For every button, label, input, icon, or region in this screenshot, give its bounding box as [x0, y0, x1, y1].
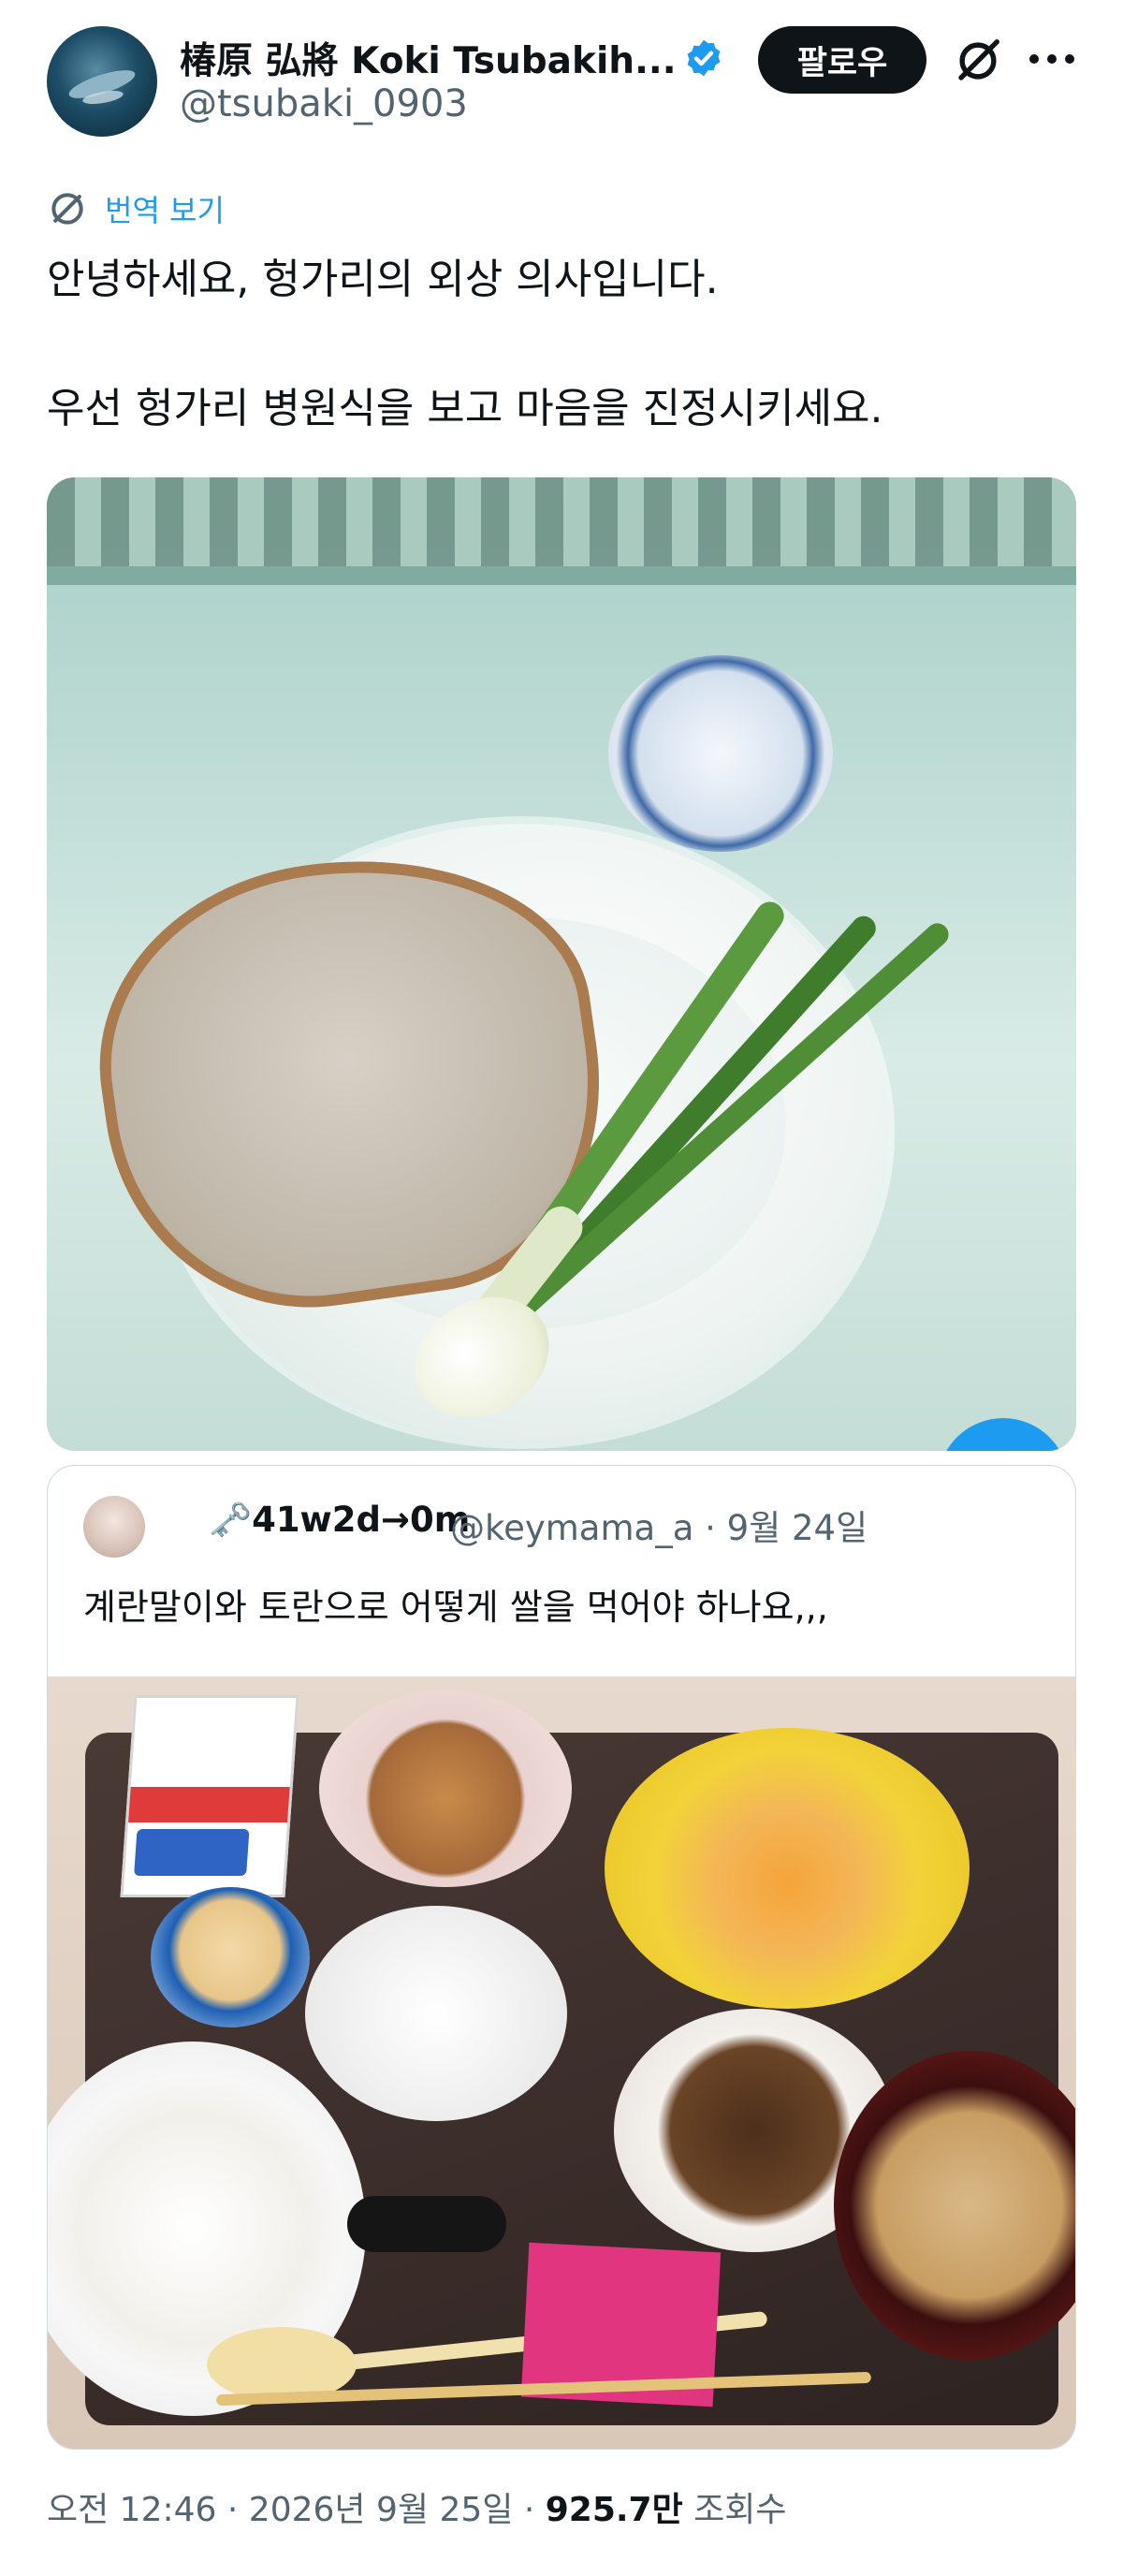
quoted-tweet-date[interactable]: 9월 24일 — [727, 1508, 868, 1548]
quoted-photo-meal-tray[interactable] — [48, 1676, 1075, 2449]
tweet-footer: 오전 12:46 · 2026년 9월 25일 · 925.7만 조회수 — [47, 2482, 787, 2531]
quoted-author-name[interactable]: 🗝️41w2d→0m — [209, 1500, 470, 1541]
verified-badge-icon — [687, 39, 721, 77]
quoted-meta-separator: · — [705, 1508, 716, 1548]
author-handle[interactable]: @tsubaki_0903 — [180, 82, 468, 125]
translate-icon — [51, 193, 83, 225]
translate-label: 번역 보기 — [105, 193, 225, 228]
footer-separator-1: · — [226, 2491, 239, 2529]
yogurt-cup — [151, 1887, 310, 2027]
tweet-text-line-2: 우선 헝가리 병원식을 보고 마음을 진정시키세요. — [47, 385, 883, 432]
quoted-author-meta: @keymama_a · 9월 24일 — [450, 1500, 868, 1550]
tweet-text-line-1: 안녕하세요, 헝가리의 외상 의사입니다. — [47, 256, 719, 303]
floating-compose-peek — [938, 1418, 1069, 1451]
quoted-author-handle[interactable]: @keymama_a — [450, 1508, 693, 1548]
cream-cup — [608, 655, 833, 852]
follow-button[interactable]: 팔로우 — [758, 26, 926, 94]
translate-link[interactable]: 번역 보기 — [47, 187, 225, 230]
milk-carton-logo — [134, 1829, 250, 1876]
quoted-author-avatar[interactable] — [83, 1496, 145, 1558]
author-display-name[interactable]: 椿原 弘將 Koki Tsubakih... — [180, 32, 677, 84]
lid-clear-plate — [305, 1906, 567, 2121]
milk-carton — [120, 1695, 299, 1897]
tweet-time[interactable]: 오전 12:46 — [47, 2491, 216, 2529]
quoted-tweet-text: 계란말이와 토란으로 어떻게 쌀을 먹어야 하나요,,, — [83, 1587, 828, 1628]
more-options-icon[interactable] — [1029, 54, 1074, 66]
view-count-label: 조회수 — [693, 2491, 787, 2529]
tweet-photo-bread-onion[interactable] — [47, 477, 1076, 1451]
grok-icon[interactable] — [953, 36, 1003, 86]
quoted-tweet-card[interactable]: 🗝️41w2d→0m @keymama_a · 9월 24일 계란말이와 토란으… — [47, 1465, 1076, 2450]
window-frame — [47, 566, 1076, 585]
side-dish-bowl-pink — [319, 1690, 572, 1887]
yellow-bowl-egg-taro — [605, 1728, 970, 2009]
balcony-railing — [47, 477, 1076, 566]
redaction-scribble — [347, 2196, 506, 2252]
milk-carton-stripe — [128, 1787, 290, 1822]
footer-separator-2: · — [523, 2491, 535, 2529]
view-count-value: 925.7만 — [545, 2491, 683, 2529]
author-avatar[interactable] — [47, 26, 157, 137]
tweet-date[interactable]: 2026년 9월 25일 — [249, 2491, 514, 2529]
